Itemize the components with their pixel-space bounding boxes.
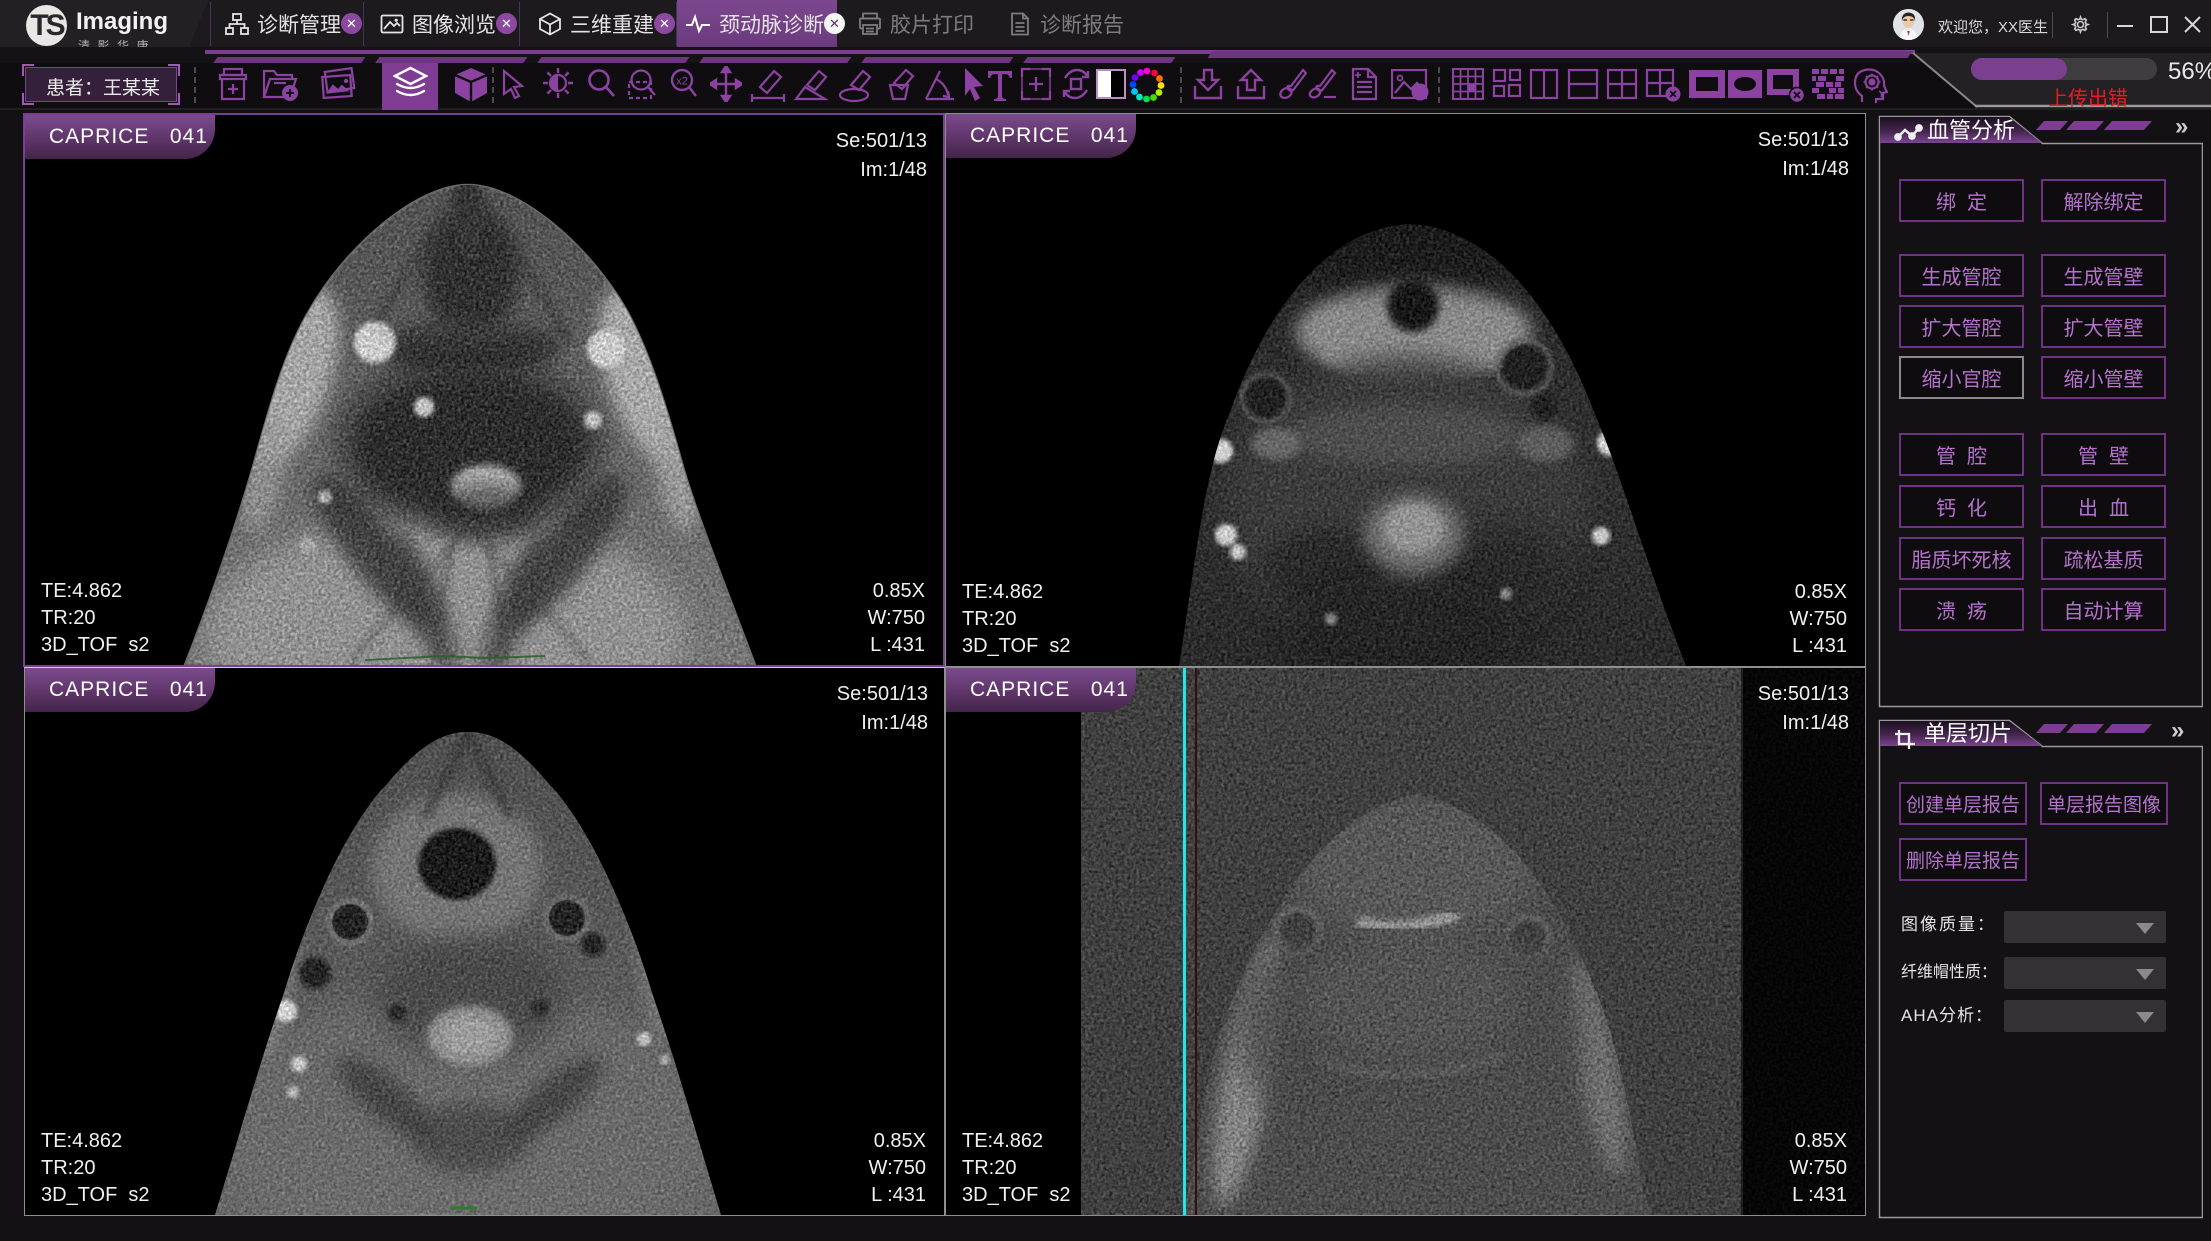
svg-text:»: » (2175, 113, 2188, 140)
svg-text:单层切片: 单层切片 (1924, 721, 2012, 746)
svg-text:x2: x2 (676, 76, 688, 88)
svg-text:血管分析: 血管分析 (1927, 118, 2015, 143)
svg-text:»: » (2171, 717, 2184, 744)
